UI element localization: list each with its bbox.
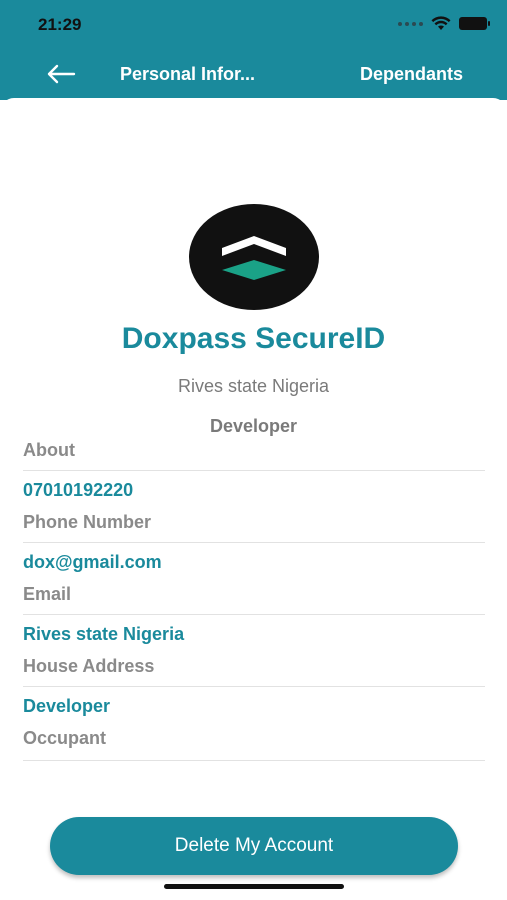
field-about: About	[23, 436, 485, 471]
email-value: dox@gmail.com	[23, 552, 162, 572]
profile-name: Doxpass SecureID	[121, 322, 386, 355]
signal-dots-icon	[398, 21, 423, 26]
field-address: Rives state Nigeria House Address	[23, 615, 485, 687]
status-time: 21:29	[38, 15, 82, 34]
field-occupant: Developer Occupant	[23, 687, 485, 761]
org-logo	[189, 204, 319, 310]
app-header: 21:29 Personal Infor... Dependants	[0, 0, 507, 100]
field-label: Email	[23, 584, 72, 604]
address-value: Rives state Nigeria	[23, 624, 185, 644]
occupant-value: Developer	[23, 696, 111, 716]
field-label: About	[23, 440, 75, 460]
field-email: dox@gmail.com Email	[23, 543, 485, 615]
field-phone: 07010192220 Phone Number	[23, 471, 485, 543]
dependants-button[interactable]: Dependants	[360, 64, 463, 85]
profile-location: Rives state Nigeria	[177, 376, 330, 396]
wifi-icon	[431, 16, 451, 30]
logo-mark-icon	[222, 236, 286, 280]
field-label: Phone Number	[23, 512, 152, 532]
battery-icon	[459, 17, 490, 30]
status-icons	[398, 16, 490, 31]
profile-role: Developer	[209, 416, 298, 436]
field-label: Occupant	[23, 728, 107, 748]
arrow-left-icon	[47, 64, 76, 84]
back-button[interactable]	[44, 60, 78, 88]
phone-value: 07010192220	[23, 480, 134, 500]
delete-account-button[interactable]: Delete My Account	[50, 817, 458, 875]
page-title: Personal Infor...	[120, 64, 256, 84]
home-indicator	[164, 884, 344, 889]
field-label: House Address	[23, 656, 155, 676]
